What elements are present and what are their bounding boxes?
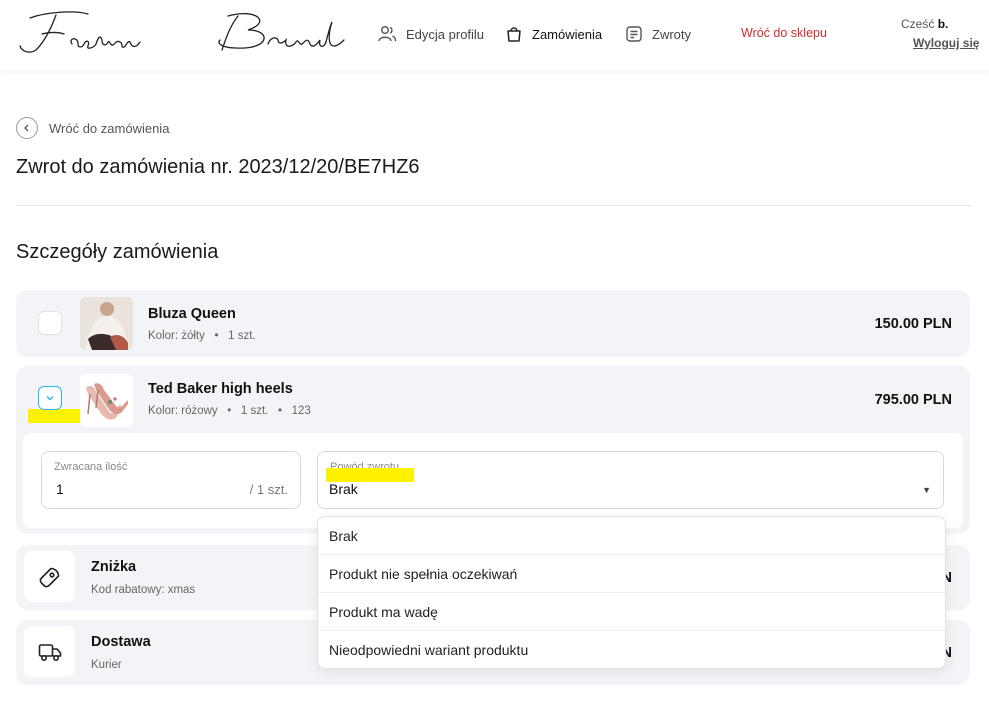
section-title: Szczegóły zamówienia [16, 241, 219, 263]
shopping-bag-icon [507, 27, 521, 42]
back-to-order-link[interactable]: Wróć do zamówienia [16, 117, 169, 139]
return-qty-value: 1 [56, 481, 64, 497]
shipping-method: Kurier [91, 659, 122, 671]
reason-option[interactable]: Produkt ma wadę [318, 593, 945, 631]
nav-orders[interactable]: Zamówienia [505, 24, 602, 44]
product-name: Bluza Queen [148, 306, 236, 322]
nav-returns[interactable]: Zwroty [625, 24, 691, 44]
chevron-down-icon [46, 396, 54, 401]
highlight-marker [326, 468, 414, 482]
meta-separator: • [271, 405, 289, 417]
return-details-panel: Zwracana ilość 1 / 1 szt. Powód zwrotu B… [23, 433, 963, 528]
fashion-brand-logo[interactable] [16, 4, 346, 60]
tag-icon [24, 551, 75, 602]
nav-orders-label: Zamówienia [532, 26, 603, 42]
delivery-truck-icon [24, 626, 75, 677]
product-qty: 1 szt. [240, 405, 269, 417]
item-checkbox-ted-baker[interactable] [38, 386, 62, 410]
return-qty-field[interactable]: Zwracana ilość 1 / 1 szt. [41, 451, 301, 509]
product-name: Ted Baker high heels [148, 381, 293, 397]
reason-option[interactable]: Nieodpowiedni wariant produktu [318, 631, 945, 668]
item-checkbox-bluza-queen[interactable] [38, 311, 62, 335]
return-reason-value: Brak [329, 481, 358, 497]
product-qty: 1 szt. [228, 330, 256, 342]
return-reason-dropdown: Brak Produkt nie spełnia oczekiwań Produ… [317, 516, 946, 669]
nav-profile-edit[interactable]: Edycja profilu [377, 24, 484, 44]
divider [16, 205, 971, 206]
return-qty-suffix: / 1 szt. [249, 482, 288, 497]
back-to-shop-link[interactable]: Wróć do sklepu [741, 26, 827, 40]
product-price: 150.00 PLN [874, 316, 952, 332]
page-title: Zwrot do zamówienia nr. 2023/12/20/BE7HZ… [16, 156, 420, 178]
returns-list-icon [626, 26, 642, 42]
product-image-ted-baker [80, 374, 133, 427]
nav-profile-edit-label: Edycja profilu [406, 26, 485, 42]
product-extra: 123 [291, 405, 311, 417]
highlight-marker [28, 409, 85, 423]
user-greeting: Cześć b. [901, 17, 948, 31]
greeting-prefix: Cześć [901, 17, 935, 31]
shipping-title: Dostawa [91, 634, 151, 650]
order-item-ted-baker: Ted Baker high heels Kolor: różowy • 1 s… [16, 366, 970, 534]
reason-option[interactable]: Brak [318, 517, 945, 555]
meta-separator: • [220, 405, 238, 417]
product-meta: Kolor: różowy • 1 szt. • 123 [148, 405, 311, 417]
users-icon [378, 26, 397, 42]
product-image-bluza-queen [80, 297, 133, 350]
product-color: Kolor: różowy [148, 405, 218, 417]
return-qty-label: Zwracana ilość [54, 461, 128, 473]
chevron-left-icon [16, 117, 38, 139]
greeting-name: b. [937, 17, 949, 31]
product-price: 795.00 PLN [874, 392, 952, 408]
site-header: Edycja profilu Zamówienia Zwroty Wróć do… [0, 0, 989, 70]
discount-title: Zniżka [91, 559, 137, 575]
back-to-order-label: Wróć do zamówienia [49, 120, 170, 136]
logout-link[interactable]: Wyloguj się [913, 36, 979, 50]
nav-returns-label: Zwroty [652, 26, 691, 42]
reason-option[interactable]: Produkt nie spełnia oczekiwań [318, 555, 945, 593]
product-color: Kolor: żółty [148, 330, 205, 342]
discount-code: Kod rabatowy: xmas [91, 584, 196, 596]
order-item-bluza-queen: Bluza Queen Kolor: żółty • 1 szt. 150.00… [16, 290, 970, 357]
caret-down-icon: ▼ [922, 485, 931, 495]
product-meta: Kolor: żółty • 1 szt. [148, 330, 256, 342]
meta-separator: • [208, 330, 225, 342]
